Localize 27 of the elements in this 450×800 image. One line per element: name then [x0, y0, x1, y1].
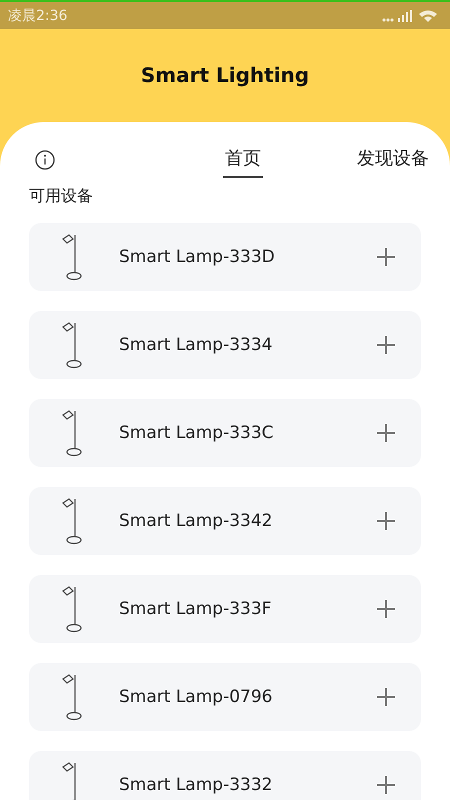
add-icon[interactable] — [375, 422, 397, 444]
add-icon[interactable] — [375, 598, 397, 620]
status-time: 凌晨2:36 — [8, 6, 68, 24]
add-icon[interactable] — [375, 334, 397, 356]
info-icon[interactable] — [34, 149, 56, 171]
device-card[interactable]: Smart Lamp-0796 — [29, 663, 421, 731]
device-name: Smart Lamp-3332 — [119, 775, 274, 795]
device-name: Smart Lamp-333C — [119, 423, 275, 443]
add-icon[interactable] — [375, 686, 397, 708]
device-name: Smart Lamp-333F — [119, 599, 272, 619]
add-icon[interactable] — [375, 246, 397, 268]
device-card[interactable]: Smart Lamp-3334 — [29, 311, 421, 379]
device-card[interactable]: Smart Lamp-333D — [29, 223, 421, 291]
device-name: Smart Lamp-3334 — [119, 335, 274, 355]
device-name: Smart Lamp-0796 — [119, 687, 274, 707]
section-title: 可用设备 — [29, 186, 94, 207]
device-name: Smart Lamp-3342 — [119, 511, 274, 531]
device-card[interactable]: Smart Lamp-3342 — [29, 487, 421, 555]
app-title: Smart Lighting — [140, 62, 310, 86]
device-card[interactable]: Smart Lamp-333F — [29, 575, 421, 643]
add-icon[interactable] — [375, 774, 397, 796]
tab[interactable]: 发现设备 — [355, 142, 431, 178]
device-name: Smart Lamp-333D — [119, 247, 276, 267]
device-card[interactable]: Smart Lamp-3332 — [29, 751, 421, 800]
device-card[interactable]: Smart Lamp-333C — [29, 399, 421, 467]
tab[interactable]: 首页 — [223, 142, 263, 178]
add-icon[interactable] — [375, 510, 397, 532]
